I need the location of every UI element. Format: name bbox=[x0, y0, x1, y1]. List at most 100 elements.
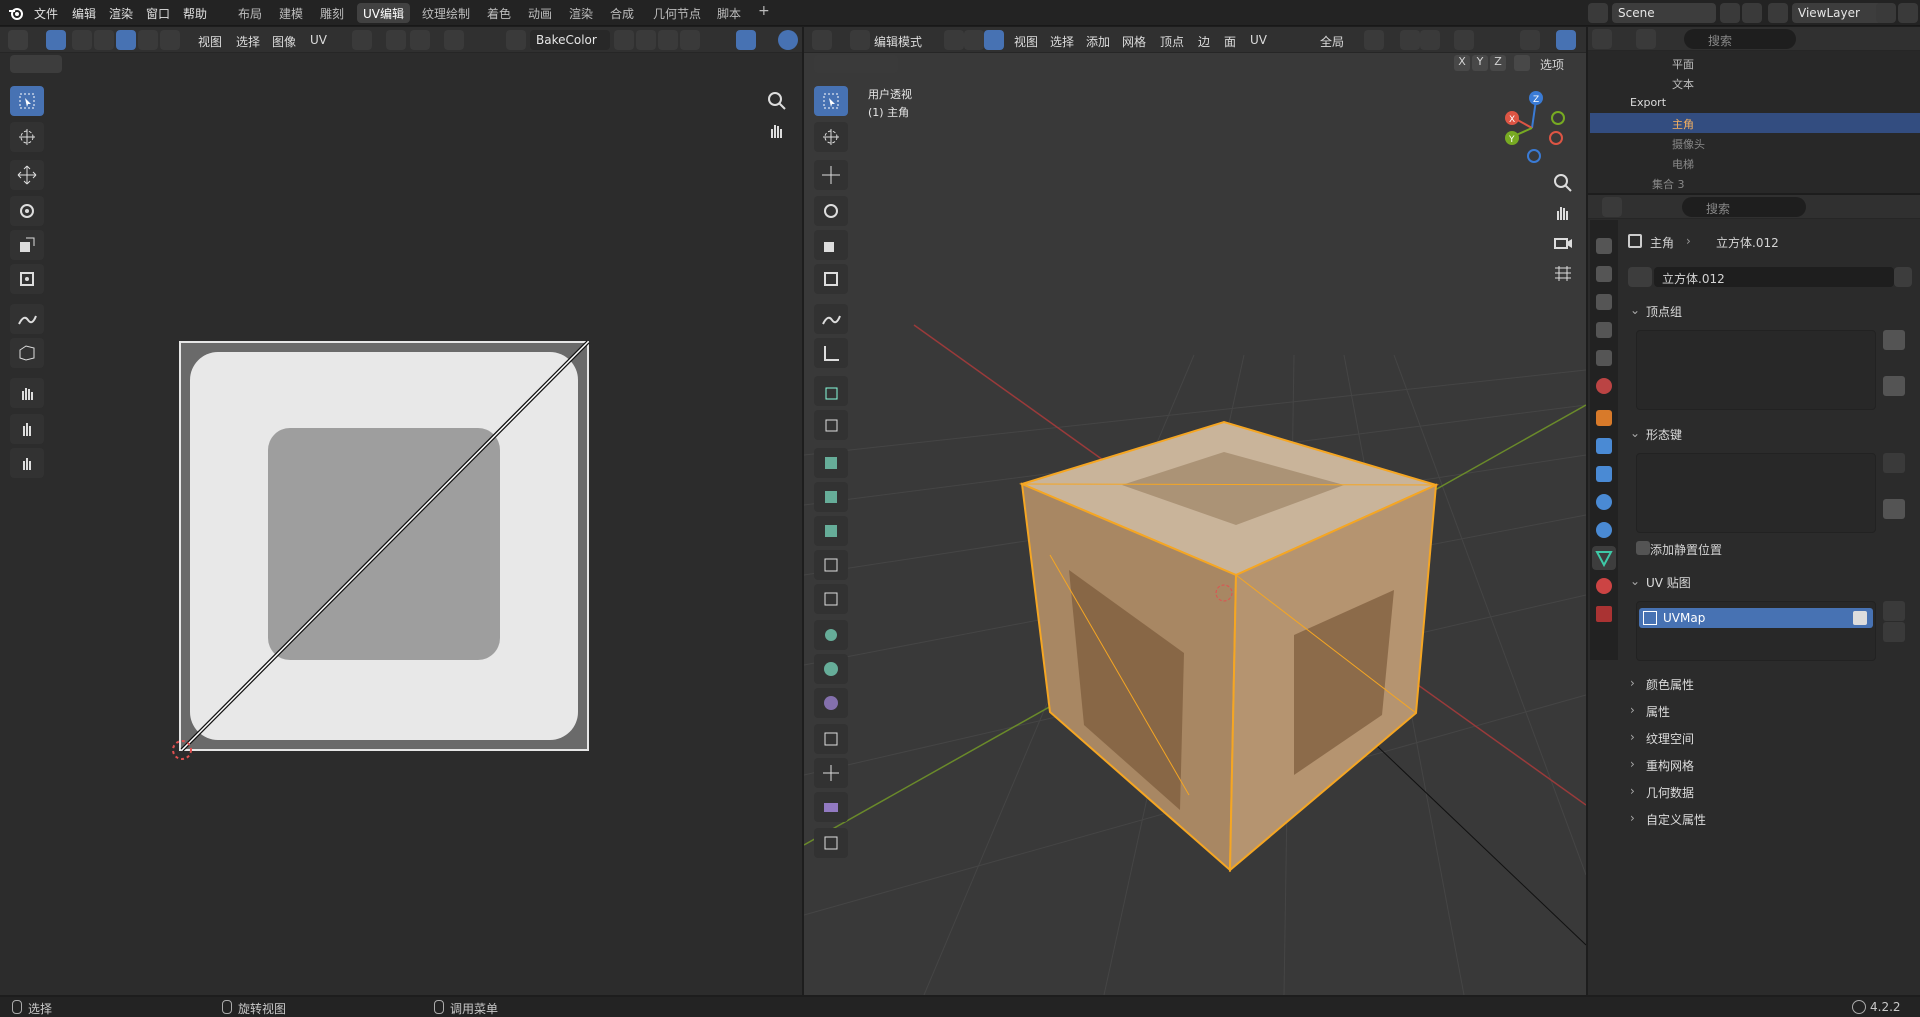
transform-orientation[interactable]: 全局 bbox=[1320, 33, 1344, 50]
annotate-tool[interactable] bbox=[10, 304, 44, 334]
rip-region-tool[interactable] bbox=[814, 758, 848, 788]
vp-menu-select[interactable]: 选择 bbox=[1050, 33, 1074, 50]
constraints-tab-icon[interactable] bbox=[1596, 522, 1612, 538]
vertex-groups-list[interactable] bbox=[1636, 330, 1876, 410]
outliner-search[interactable]: 搜索 bbox=[1684, 29, 1796, 49]
scene-remove-icon[interactable] bbox=[1742, 3, 1762, 23]
edge-slide-tool[interactable] bbox=[814, 792, 848, 822]
inset-tool[interactable] bbox=[814, 448, 848, 478]
tab-sculpt[interactable]: 雕刻 bbox=[314, 3, 350, 23]
mirror-x-toggle[interactable]: X bbox=[1454, 55, 1470, 71]
tab-uv-editing[interactable]: UV编辑 bbox=[357, 3, 410, 23]
outliner-row-collection-3[interactable]: 集合 3 bbox=[1590, 173, 1920, 193]
material-tab-icon[interactable] bbox=[1596, 578, 1612, 594]
modifier-tab-icon[interactable] bbox=[1596, 438, 1612, 454]
snap-icon[interactable] bbox=[386, 30, 406, 50]
sticky-select-icon[interactable] bbox=[160, 30, 180, 50]
image-browse-icon[interactable] bbox=[506, 30, 526, 50]
world-tab-icon[interactable] bbox=[1596, 378, 1612, 394]
camera-view-icon[interactable] bbox=[1552, 232, 1574, 254]
mirror-z-toggle[interactable]: Z bbox=[1490, 55, 1506, 71]
vertex-select-icon[interactable] bbox=[72, 30, 92, 50]
uv-menu-select[interactable]: 选择 bbox=[236, 33, 260, 50]
vp-select-tool[interactable] bbox=[814, 86, 848, 116]
open-image-icon[interactable] bbox=[658, 30, 678, 50]
outliner-row-text[interactable]: 文本 bbox=[1590, 73, 1920, 93]
shape-keys-list[interactable] bbox=[1636, 453, 1876, 533]
add-workspace-button[interactable]: + bbox=[752, 1, 776, 21]
section-attributes[interactable]: › 属性 bbox=[1628, 700, 1910, 722]
breadcrumb-object[interactable]: 主角 bbox=[1650, 234, 1674, 251]
properties-search[interactable]: 搜索 bbox=[1682, 197, 1806, 217]
section-custom-properties[interactable]: › 自定义属性 bbox=[1628, 808, 1910, 830]
uv-menu-uv[interactable]: UV bbox=[310, 33, 327, 47]
add-uv-map-button[interactable] bbox=[1883, 601, 1905, 621]
snap-element-icon[interactable] bbox=[1420, 30, 1440, 50]
display-mode-icon[interactable] bbox=[1636, 29, 1656, 49]
overlay-toggle-icon[interactable] bbox=[778, 30, 798, 50]
proportional-icon[interactable] bbox=[444, 30, 464, 50]
mirror-y-toggle[interactable]: Y bbox=[1472, 55, 1488, 71]
visibility-icon[interactable] bbox=[1520, 30, 1540, 50]
snap-toggle-icon[interactable] bbox=[1400, 30, 1420, 50]
section-shape-keys[interactable]: ⌄ 形态键 bbox=[1628, 423, 1910, 445]
physics-tab-icon[interactable] bbox=[1596, 494, 1612, 510]
scene-icon[interactable] bbox=[1588, 3, 1608, 23]
island-select-icon[interactable] bbox=[138, 30, 158, 50]
menu-help[interactable]: 帮助 bbox=[183, 5, 207, 22]
render-uv-icon[interactable] bbox=[1853, 611, 1867, 625]
vp-cursor-tool[interactable] bbox=[814, 122, 848, 152]
mesh-fake-user-icon[interactable] bbox=[1894, 267, 1912, 287]
shear-tool[interactable] bbox=[814, 724, 848, 754]
tab-scripting[interactable]: 脚本 bbox=[711, 3, 747, 23]
shape-key-menu-button[interactable] bbox=[1883, 499, 1905, 519]
vp-menu-edge[interactable]: 边 bbox=[1198, 33, 1210, 50]
tab-geometry-nodes[interactable]: 几何节点 bbox=[647, 3, 707, 23]
scene-tab-icon[interactable] bbox=[1596, 350, 1612, 366]
unlink-image-icon[interactable] bbox=[680, 30, 700, 50]
perspective-toggle-icon[interactable] bbox=[1552, 262, 1574, 284]
vertex-slide-tool[interactable] bbox=[814, 828, 848, 858]
edge-select-icon[interactable] bbox=[94, 30, 114, 50]
tab-compositing[interactable]: 合成 bbox=[604, 3, 640, 23]
tab-texture-paint[interactable]: 纹理绘制 bbox=[416, 3, 476, 23]
loop-cut-tool[interactable] bbox=[814, 516, 848, 546]
selection-mode-icon[interactable] bbox=[10, 55, 62, 73]
vp-scale-tool[interactable] bbox=[814, 230, 848, 260]
vp-menu-vertex[interactable]: 顶点 bbox=[1160, 33, 1184, 50]
pivot-icon[interactable] bbox=[352, 30, 372, 50]
vp-menu-uv[interactable]: UV bbox=[1250, 33, 1267, 47]
add-rest-position-checkbox[interactable] bbox=[1636, 541, 1650, 555]
section-geometry-data[interactable]: › 几何数据 bbox=[1628, 781, 1910, 803]
outliner-row-camera[interactable]: 摄像头 bbox=[1590, 133, 1920, 153]
bevel-tool[interactable] bbox=[814, 482, 848, 512]
mode-selector[interactable]: 编辑模式 bbox=[874, 33, 922, 50]
pinch-tool[interactable] bbox=[10, 448, 44, 478]
tool-tab-icon[interactable] bbox=[1596, 238, 1612, 254]
vp-menu-face[interactable]: 面 bbox=[1224, 33, 1236, 50]
section-texture-space[interactable]: › 纹理空间 bbox=[1628, 727, 1910, 749]
object-tab-icon[interactable] bbox=[1596, 410, 1612, 426]
rip-tool[interactable] bbox=[10, 338, 44, 368]
vertex-group-menu-button[interactable] bbox=[1883, 376, 1905, 396]
zoom-icon[interactable] bbox=[766, 90, 788, 112]
outliner-row-plane[interactable]: 平面 bbox=[1590, 53, 1920, 73]
outliner-row-export[interactable]: Export bbox=[1590, 93, 1920, 113]
mesh-browse-icon[interactable] bbox=[1628, 267, 1652, 287]
pivot-point-icon[interactable] bbox=[1364, 30, 1384, 50]
grab-tool[interactable] bbox=[10, 378, 44, 408]
extrude-tool[interactable] bbox=[814, 410, 848, 440]
snap-target-icon[interactable] bbox=[410, 30, 430, 50]
poly-build-tool[interactable] bbox=[814, 584, 848, 614]
gizmo-toggle-icon[interactable] bbox=[736, 30, 756, 50]
new-image-icon[interactable] bbox=[636, 30, 656, 50]
fake-user-icon[interactable] bbox=[614, 30, 634, 50]
edit-mode-icon[interactable] bbox=[850, 30, 870, 50]
scene-selector[interactable]: Scene bbox=[1612, 3, 1716, 23]
section-remesh[interactable]: › 重构网格 bbox=[1628, 754, 1910, 776]
edge-mode-icon[interactable] bbox=[964, 30, 984, 50]
breadcrumb-mesh[interactable]: 立方体.012 bbox=[1716, 234, 1779, 251]
mesh-name-field[interactable]: 立方体.012 bbox=[1654, 267, 1894, 287]
remove-uv-map-button[interactable] bbox=[1883, 622, 1905, 642]
uv-sync-icon[interactable] bbox=[46, 30, 66, 50]
